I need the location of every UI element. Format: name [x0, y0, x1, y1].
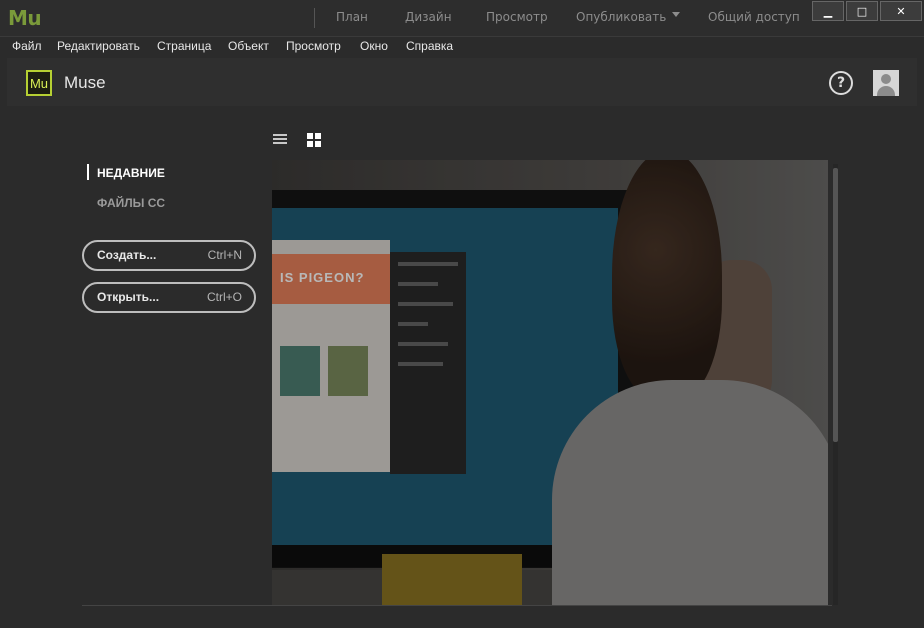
app-window: Mu План Дизайн Просмотр Опубликовать Общ… [0, 0, 924, 628]
tab-design[interactable]: Дизайн [405, 10, 452, 24]
create-button[interactable]: Создать... Ctrl+N [82, 240, 256, 271]
menu-object[interactable]: Объект [228, 39, 269, 53]
grid-view-icon[interactable] [307, 133, 321, 147]
minimize-button[interactable]: ▁ [812, 1, 844, 21]
nav-recent[interactable]: НЕДАВНИЕ [97, 166, 165, 180]
create-label: Создать... [97, 248, 157, 262]
vertical-scrollbar[interactable] [833, 164, 838, 605]
menu-window[interactable]: Окно [360, 39, 388, 53]
active-nav-indicator [87, 164, 89, 180]
tab-publish[interactable]: Опубликовать [576, 10, 666, 24]
content-divider [82, 605, 832, 606]
menu-view[interactable]: Просмотр [286, 39, 341, 53]
open-label: Открыть... [97, 290, 160, 304]
app-name: Muse [64, 73, 106, 92]
create-shortcut: Ctrl+N [207, 248, 242, 262]
menu-file[interactable]: Файл [12, 39, 42, 53]
promo-image: IS PIGEON? [272, 160, 828, 605]
open-button[interactable]: Открыть... Ctrl+O [82, 282, 256, 313]
help-icon[interactable]: ? [829, 71, 853, 95]
title-divider [314, 8, 315, 28]
avatar-body [877, 86, 895, 96]
chevron-down-icon[interactable] [672, 12, 680, 17]
user-avatar-icon[interactable] [873, 70, 899, 96]
muse-logo-icon: Mu [26, 70, 52, 96]
app-header: Mu Muse ? [7, 58, 917, 106]
title-bar: Mu План Дизайн Просмотр Опубликовать Общ… [0, 0, 924, 37]
menu-bar: Файл Редактировать Страница Объект Просм… [0, 37, 924, 57]
close-button[interactable]: ✕ [880, 1, 922, 21]
list-view-icon[interactable] [273, 134, 287, 146]
menu-help[interactable]: Справка [406, 39, 453, 53]
menu-page[interactable]: Страница [157, 39, 211, 53]
menu-edit[interactable]: Редактировать [57, 39, 140, 53]
nav-cc-files[interactable]: ФАЙЛЫ CC [97, 196, 165, 210]
window-controls: ▁ □ ✕ [812, 1, 922, 21]
maximize-button[interactable]: □ [846, 1, 878, 21]
start-screen: НЕДАВНИЕ ФАЙЛЫ CC Создать... Ctrl+N Откр… [7, 106, 917, 621]
scroll-thumb[interactable] [833, 168, 838, 442]
avatar-head [881, 74, 891, 84]
tab-plan[interactable]: План [336, 10, 368, 24]
tab-share[interactable]: Общий доступ [708, 10, 800, 24]
image-overlay [272, 160, 828, 605]
open-shortcut: Ctrl+O [206, 290, 242, 304]
app-logo: Mu [8, 6, 42, 30]
tab-preview[interactable]: Просмотр [486, 10, 548, 24]
